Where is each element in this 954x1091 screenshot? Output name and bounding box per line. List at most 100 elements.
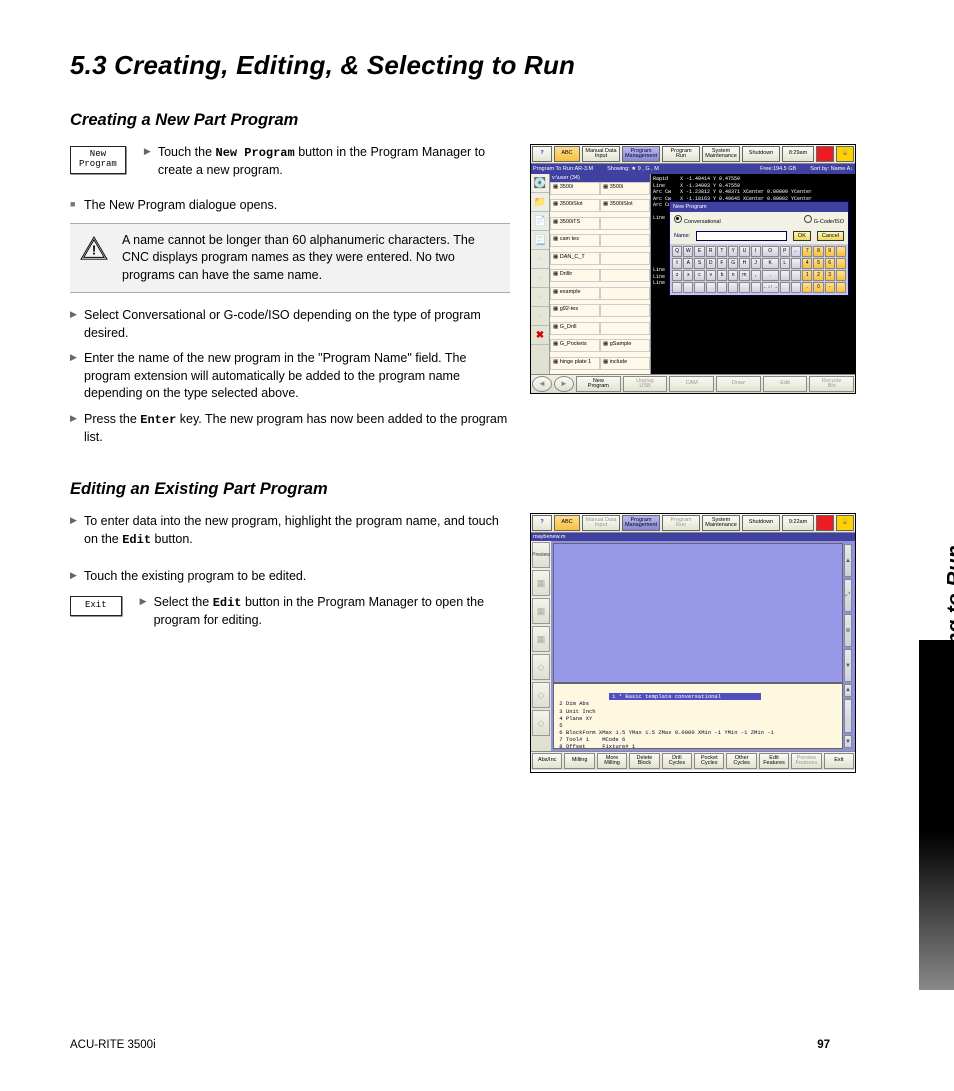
softkey[interactable]: Recycle Bin — [809, 376, 854, 392]
file-item[interactable] — [600, 287, 650, 300]
key[interactable] — [836, 246, 846, 257]
tool-icon[interactable]: ▦ — [532, 570, 550, 596]
key[interactable]: 1 — [802, 270, 812, 281]
file-item[interactable] — [600, 217, 650, 230]
name-input[interactable] — [696, 231, 787, 241]
softkey[interactable]: Other Cycles — [726, 753, 756, 769]
key[interactable]: U — [739, 246, 749, 257]
key[interactable] — [672, 282, 682, 293]
softkey[interactable]: New Program — [576, 376, 621, 392]
key[interactable]: x — [683, 270, 693, 281]
help-button[interactable]: ? — [532, 146, 552, 162]
prev-arrow[interactable]: ◄ — [532, 376, 552, 392]
softkey[interactable]: Preview Features — [791, 753, 821, 769]
cancel-button[interactable]: Cancel — [817, 231, 844, 241]
file-item[interactable]: ▦ include — [600, 357, 650, 370]
keyboard[interactable]: QWERTYUIOP←789⇧ASDFGHJKL456zxcvbnm,.123←… — [670, 244, 848, 295]
key[interactable]: 9 — [825, 246, 835, 257]
key[interactable]: . — [762, 270, 779, 281]
key[interactable]: O — [762, 246, 779, 257]
file-item[interactable] — [600, 269, 650, 282]
key[interactable]: T — [717, 246, 727, 257]
key[interactable] — [791, 270, 801, 281]
softkey[interactable]: Edit — [763, 376, 808, 392]
key[interactable]: b — [717, 270, 727, 281]
file-item[interactable] — [600, 252, 650, 265]
blank-icon[interactable]: ▫ — [531, 307, 549, 326]
key[interactable]: Y — [728, 246, 738, 257]
file-item[interactable]: ▦ G_Pockets — [550, 339, 600, 352]
file-item[interactable]: ▦ 3500iSlot — [550, 199, 600, 212]
key[interactable]: I — [751, 246, 761, 257]
file-item[interactable]: ▦ gSample — [600, 339, 650, 352]
system-maintenance-button[interactable]: System Maintenance — [702, 515, 740, 531]
softkey[interactable]: Pocket Cycles — [694, 753, 724, 769]
shutdown-button[interactable]: Shutdown — [742, 146, 780, 162]
key[interactable]: m — [739, 270, 749, 281]
delete-icon[interactable]: ✖ — [531, 326, 549, 345]
key[interactable]: Q — [672, 246, 682, 257]
key[interactable]: F — [717, 258, 727, 269]
key[interactable]: 4 — [802, 258, 812, 269]
mdi-button[interactable]: Manual Data Input — [582, 146, 620, 162]
file-item[interactable]: ▦ cam tes — [550, 234, 600, 247]
key[interactable]: n — [728, 270, 738, 281]
key[interactable]: 7 — [802, 246, 812, 257]
mdi-button[interactable]: Manual Data Input — [582, 515, 620, 531]
file-item[interactable]: ▦ 3500iTS — [550, 217, 600, 230]
folder-icon[interactable]: 📁 — [531, 193, 549, 212]
key[interactable] — [836, 282, 846, 293]
abc-button[interactable]: ABC — [554, 146, 580, 162]
blank-icon[interactable]: ▫ — [531, 269, 549, 288]
softkey[interactable]: Delete Block — [629, 753, 659, 769]
key[interactable] — [739, 282, 749, 293]
file-item[interactable] — [600, 304, 650, 317]
key[interactable]: R — [706, 246, 716, 257]
gcode-radio[interactable]: G-Code/ISO — [804, 215, 844, 225]
key[interactable]: L — [780, 258, 790, 269]
key[interactable]: H — [739, 258, 749, 269]
program-management-button[interactable]: Program Management — [622, 515, 660, 531]
softkey[interactable]: Exit — [824, 753, 854, 769]
softkey[interactable]: Abs/Inc — [532, 753, 562, 769]
blank-icon[interactable]: ▫ — [531, 288, 549, 307]
file-item[interactable]: ▦ 3500iSlot — [600, 199, 650, 212]
preview-button[interactable]: Preview — [532, 542, 550, 568]
key[interactable]: c — [694, 270, 704, 281]
ok-button[interactable]: OK — [793, 231, 811, 241]
key[interactable]: D — [706, 258, 716, 269]
key[interactable]: . — [802, 282, 812, 293]
file-item[interactable]: ▦ 3500i — [550, 182, 600, 195]
key[interactable] — [836, 270, 846, 281]
key[interactable]: S — [694, 258, 704, 269]
key[interactable]: 3 — [825, 270, 835, 281]
softkey[interactable]: Drill Cycles — [662, 753, 692, 769]
code-editor[interactable]: 1 * Basic template conversational 2 Dim … — [553, 683, 843, 749]
program-run-button[interactable]: Program Run — [662, 146, 700, 162]
program-run-button[interactable]: Program Run — [662, 515, 700, 531]
key[interactable]: E — [694, 246, 704, 257]
key[interactable] — [751, 282, 761, 293]
tool-icon[interactable]: ◇ — [532, 710, 550, 736]
file-item[interactable] — [600, 234, 650, 247]
softkey[interactable]: More Milling — [597, 753, 627, 769]
shutdown-button[interactable]: Shutdown — [742, 515, 780, 531]
key[interactable] — [791, 282, 801, 293]
system-maintenance-button[interactable]: System Maintenance — [702, 146, 740, 162]
key[interactable] — [780, 270, 790, 281]
file-item[interactable]: ▦ hinge plate 1 — [550, 357, 600, 370]
key[interactable]: ← — [791, 246, 801, 257]
tool-icon[interactable]: ◇ — [532, 654, 550, 680]
key[interactable]: - — [825, 282, 835, 293]
file-item[interactable]: ▦ DAN_C_T — [550, 252, 600, 265]
program-management-button[interactable]: Program Management — [622, 146, 660, 162]
disk-icon[interactable]: 💽 — [531, 174, 549, 193]
page-icon[interactable]: 📃 — [531, 231, 549, 250]
key[interactable] — [728, 282, 738, 293]
document-icon[interactable]: 📄 — [531, 212, 549, 231]
key[interactable]: ⇧ — [672, 258, 682, 269]
key[interactable]: z — [672, 270, 682, 281]
file-item[interactable]: ▦ G_Drill — [550, 322, 600, 335]
key[interactable]: A — [683, 258, 693, 269]
preview-canvas[interactable] — [553, 543, 843, 683]
